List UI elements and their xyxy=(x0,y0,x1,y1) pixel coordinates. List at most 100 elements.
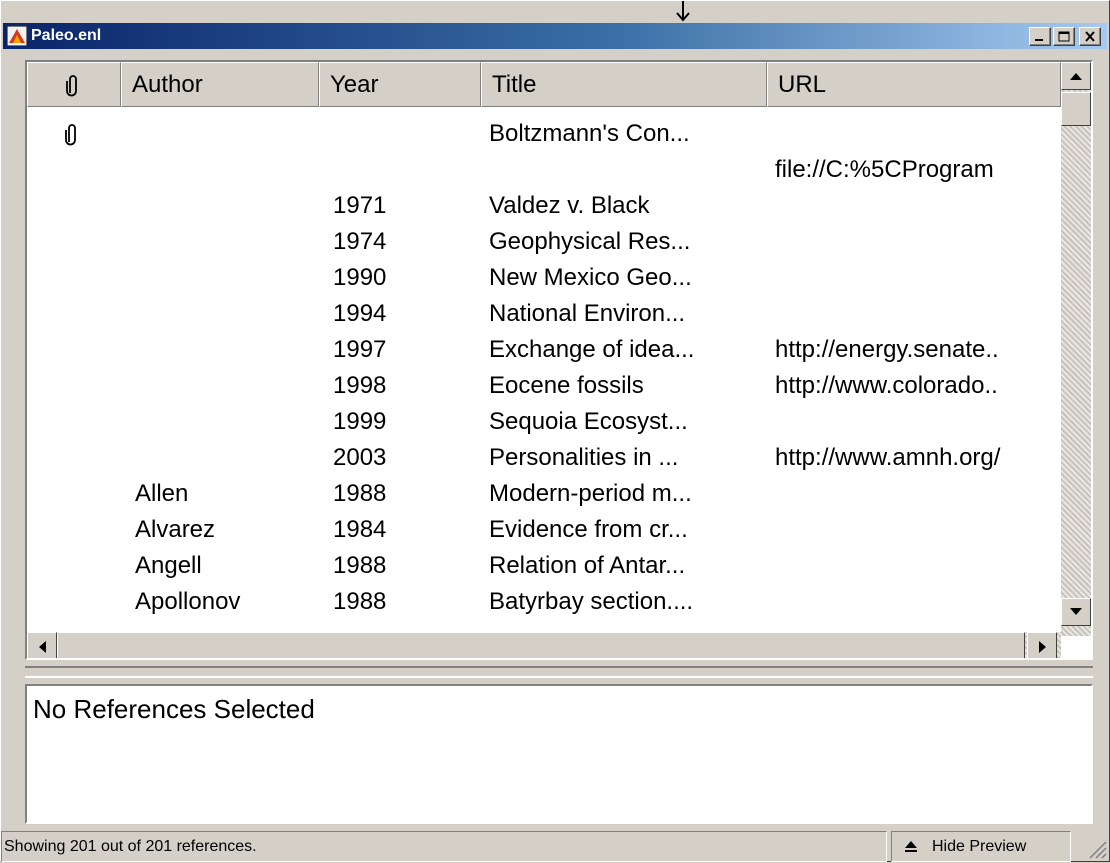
url-cell xyxy=(775,512,1057,548)
preview-text: No References Selected xyxy=(33,694,315,724)
table-row[interactable]: Angell 1988 Relation of Antar... xyxy=(27,548,1057,584)
author-cell xyxy=(135,368,315,404)
attachment-cell xyxy=(65,116,95,152)
window-title: Paleo.enl xyxy=(31,27,102,44)
year-cell: 1971 xyxy=(333,192,387,219)
attachment-cell xyxy=(65,260,95,296)
close-icon xyxy=(1085,31,1095,42)
endnote-library-window: Paleo.enl Author Year Title URL Boltzman… xyxy=(0,0,1110,862)
table-row[interactable]: 1971 Valdez v. Black xyxy=(27,188,1057,224)
author-cell: Angell xyxy=(135,552,202,579)
attachment-cell xyxy=(65,404,95,440)
title-cell: Modern-period m... xyxy=(489,480,692,507)
table-row[interactable]: file://C:%5CProgram xyxy=(27,152,1057,188)
attachment-cell xyxy=(65,512,95,548)
table-row[interactable]: 1998 Eocene fossils http://www.colorado.. xyxy=(27,368,1057,404)
url-cell xyxy=(775,404,1057,440)
column-header: Author Year Title URL xyxy=(27,62,1061,107)
scroll-down-button[interactable] xyxy=(1061,598,1091,626)
table-row[interactable]: 1994 National Environ... xyxy=(27,296,1057,332)
url-cell: http://www.colorado.. xyxy=(775,372,998,399)
url-cell xyxy=(775,584,1057,620)
scroll-left-button[interactable] xyxy=(27,632,57,658)
year-cell: 1988 xyxy=(333,480,387,507)
author-cell xyxy=(135,332,315,368)
title-cell: Evidence from cr... xyxy=(489,516,688,543)
url-cell xyxy=(775,548,1057,584)
year-cell: 1990 xyxy=(333,264,387,291)
status-text: Showing 201 out of 201 references. xyxy=(1,831,887,862)
paperclip-icon xyxy=(66,75,77,97)
attachment-cell xyxy=(65,152,95,188)
mouse-pointer-icon xyxy=(676,1,690,22)
year-cell xyxy=(333,116,473,152)
endnote-app-icon xyxy=(7,26,27,46)
title-cell: Boltzmann's Con... xyxy=(489,120,690,147)
year-cell: 2003 xyxy=(333,444,387,471)
right-arrow-icon xyxy=(1039,641,1046,653)
attachment-cell xyxy=(65,224,95,260)
hide-preview-label: Hide Preview xyxy=(932,838,1027,855)
close-button[interactable] xyxy=(1079,27,1101,46)
url-cell xyxy=(775,260,1057,296)
author-cell xyxy=(135,224,315,260)
author-cell xyxy=(135,188,315,224)
hide-preview-button[interactable]: Hide Preview xyxy=(891,831,1071,862)
title-cell: Relation of Antar... xyxy=(489,552,686,579)
title-cell xyxy=(489,152,769,188)
title-cell: Eocene fossils xyxy=(489,372,644,399)
attachment-cell xyxy=(65,584,95,620)
year-cell: 1988 xyxy=(333,552,387,579)
url-cell xyxy=(775,188,1057,224)
table-row[interactable]: Apollonov 1988 Batyrbay section.... xyxy=(27,584,1057,620)
vertical-scroll-thumb[interactable] xyxy=(1061,92,1091,126)
column-header-author[interactable]: Author xyxy=(121,62,319,107)
author-cell: Allen xyxy=(135,480,189,507)
title-cell: New Mexico Geo... xyxy=(489,264,692,291)
table-row[interactable]: 1974 Geophysical Res... xyxy=(27,224,1057,260)
maximize-icon xyxy=(1058,31,1070,42)
table-row[interactable]: Boltzmann's Con... xyxy=(27,116,1057,152)
year-cell: 1997 xyxy=(333,336,387,363)
year-cell: 1998 xyxy=(333,372,387,399)
horizontal-scrollbar[interactable] xyxy=(27,632,1061,658)
title-bar[interactable]: Paleo.enl xyxy=(3,23,1107,49)
title-cell: Sequoia Ecosyst... xyxy=(489,408,688,435)
scroll-right-button[interactable] xyxy=(1027,632,1057,658)
minimize-icon xyxy=(1035,39,1043,41)
column-header-title[interactable]: Title xyxy=(481,62,767,107)
left-arrow-icon xyxy=(39,641,46,653)
column-header-year[interactable]: Year xyxy=(319,62,481,107)
url-cell: http://energy.senate.. xyxy=(775,336,999,363)
column-header-url[interactable]: URL xyxy=(767,62,1061,107)
table-row[interactable]: 1990 New Mexico Geo... xyxy=(27,260,1057,296)
table-row[interactable]: Allen 1988 Modern-period m... xyxy=(27,476,1057,512)
attachment-cell xyxy=(65,368,95,404)
title-cell: Exchange of idea... xyxy=(489,336,695,363)
attachment-cell xyxy=(65,332,95,368)
scroll-up-button[interactable] xyxy=(1061,62,1091,90)
up-arrow-icon xyxy=(1070,73,1082,80)
url-cell: file://C:%5CProgram xyxy=(775,156,994,183)
minimize-button[interactable] xyxy=(1029,27,1051,46)
table-row[interactable]: 1997 Exchange of idea... http://energy.sen… xyxy=(27,332,1057,368)
author-cell: Apollonov xyxy=(135,588,241,615)
maximize-button[interactable] xyxy=(1053,27,1075,46)
down-arrow-icon xyxy=(1070,608,1082,615)
preview-splitter[interactable] xyxy=(25,666,1093,678)
horizontal-scroll-thumb[interactable] xyxy=(57,632,1025,658)
vertical-scrollbar[interactable] xyxy=(1061,62,1091,636)
url-cell: http://www.amnh.org/ xyxy=(775,444,1001,471)
table-row[interactable]: Alvarez 1984 Evidence from cr... xyxy=(27,512,1057,548)
author-cell xyxy=(135,440,315,476)
table-row[interactable]: 1999 Sequoia Ecosyst... xyxy=(27,404,1057,440)
url-cell xyxy=(775,224,1057,260)
paperclip-icon xyxy=(65,124,76,146)
table-row[interactable]: 2003 Personalities in ... http://www.amnh.… xyxy=(27,440,1057,476)
author-cell xyxy=(135,152,315,188)
title-cell: Personalities in ... xyxy=(489,444,679,471)
author-cell: Alvarez xyxy=(135,516,216,543)
url-cell xyxy=(775,476,1057,512)
column-header-attachment[interactable] xyxy=(27,62,121,107)
resize-grip-icon[interactable] xyxy=(1085,837,1107,859)
